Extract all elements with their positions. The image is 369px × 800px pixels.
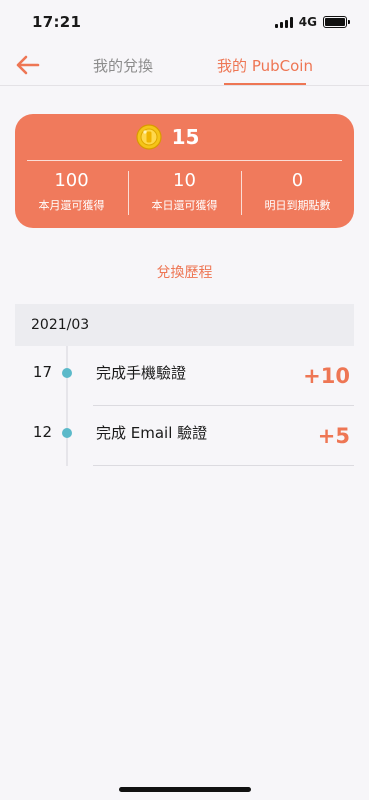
stat-value: 10 (173, 170, 196, 191)
card-divider (27, 160, 342, 161)
history-entry: 12 完成 Email 驗證 +5 (0, 406, 369, 466)
entry-description: 完成手機驗證 (96, 364, 187, 382)
back-arrow-icon (16, 55, 40, 75)
tab-my-pubcoin[interactable]: 我的 PubCoin (212, 44, 318, 86)
status-indicators: 4G (274, 15, 350, 29)
network-type: 4G (298, 15, 317, 29)
entry-day: 17 (32, 363, 52, 381)
active-tab-indicator (224, 83, 306, 85)
stat-month-remaining: 100 本月還可獲得 (15, 169, 128, 217)
pubcoin-summary-card: 15 100 本月還可獲得 10 本日還可獲得 0 明日到期點數 (15, 114, 354, 228)
timeline-dot (62, 368, 72, 378)
coin-stats: 100 本月還可獲得 10 本日還可獲得 0 明日到期點數 (15, 169, 354, 217)
stat-label: 本日還可獲得 (151, 199, 218, 212)
tab-my-exchange[interactable]: 我的兌換 (78, 44, 168, 86)
stat-value: 100 (54, 170, 89, 191)
stat-label: 本月還可獲得 (38, 199, 105, 212)
battery-icon (323, 16, 350, 28)
back-button[interactable] (14, 53, 40, 77)
balance-row: 15 (15, 114, 354, 160)
stat-label: 明日到期點數 (264, 199, 331, 212)
signal-icon (274, 16, 293, 28)
entry-divider (93, 465, 354, 466)
stat-day-remaining: 10 本日還可獲得 (128, 169, 241, 217)
stat-value: 0 (291, 170, 304, 191)
timeline-dot (62, 428, 72, 438)
entry-points: +10 (303, 364, 350, 388)
home-indicator[interactable] (119, 787, 251, 792)
history-entry: 17 完成手機驗證 +10 (0, 346, 369, 406)
coin-icon (135, 124, 162, 150)
stat-expiring-tomorrow: 0 明日到期點數 (241, 169, 354, 217)
coin-balance: 15 (171, 125, 200, 149)
entry-description: 完成 Email 驗證 (96, 424, 208, 442)
nav-header: 我的兌換 我的 PubCoin (0, 44, 369, 86)
history-title: 兌換歷程 (156, 265, 213, 281)
entry-points: +5 (317, 424, 350, 448)
entry-day: 12 (32, 423, 52, 441)
month-header: 2021/03 (15, 304, 354, 346)
status-bar: 17:21 4G (0, 0, 369, 44)
status-time: 17:21 (32, 13, 82, 31)
